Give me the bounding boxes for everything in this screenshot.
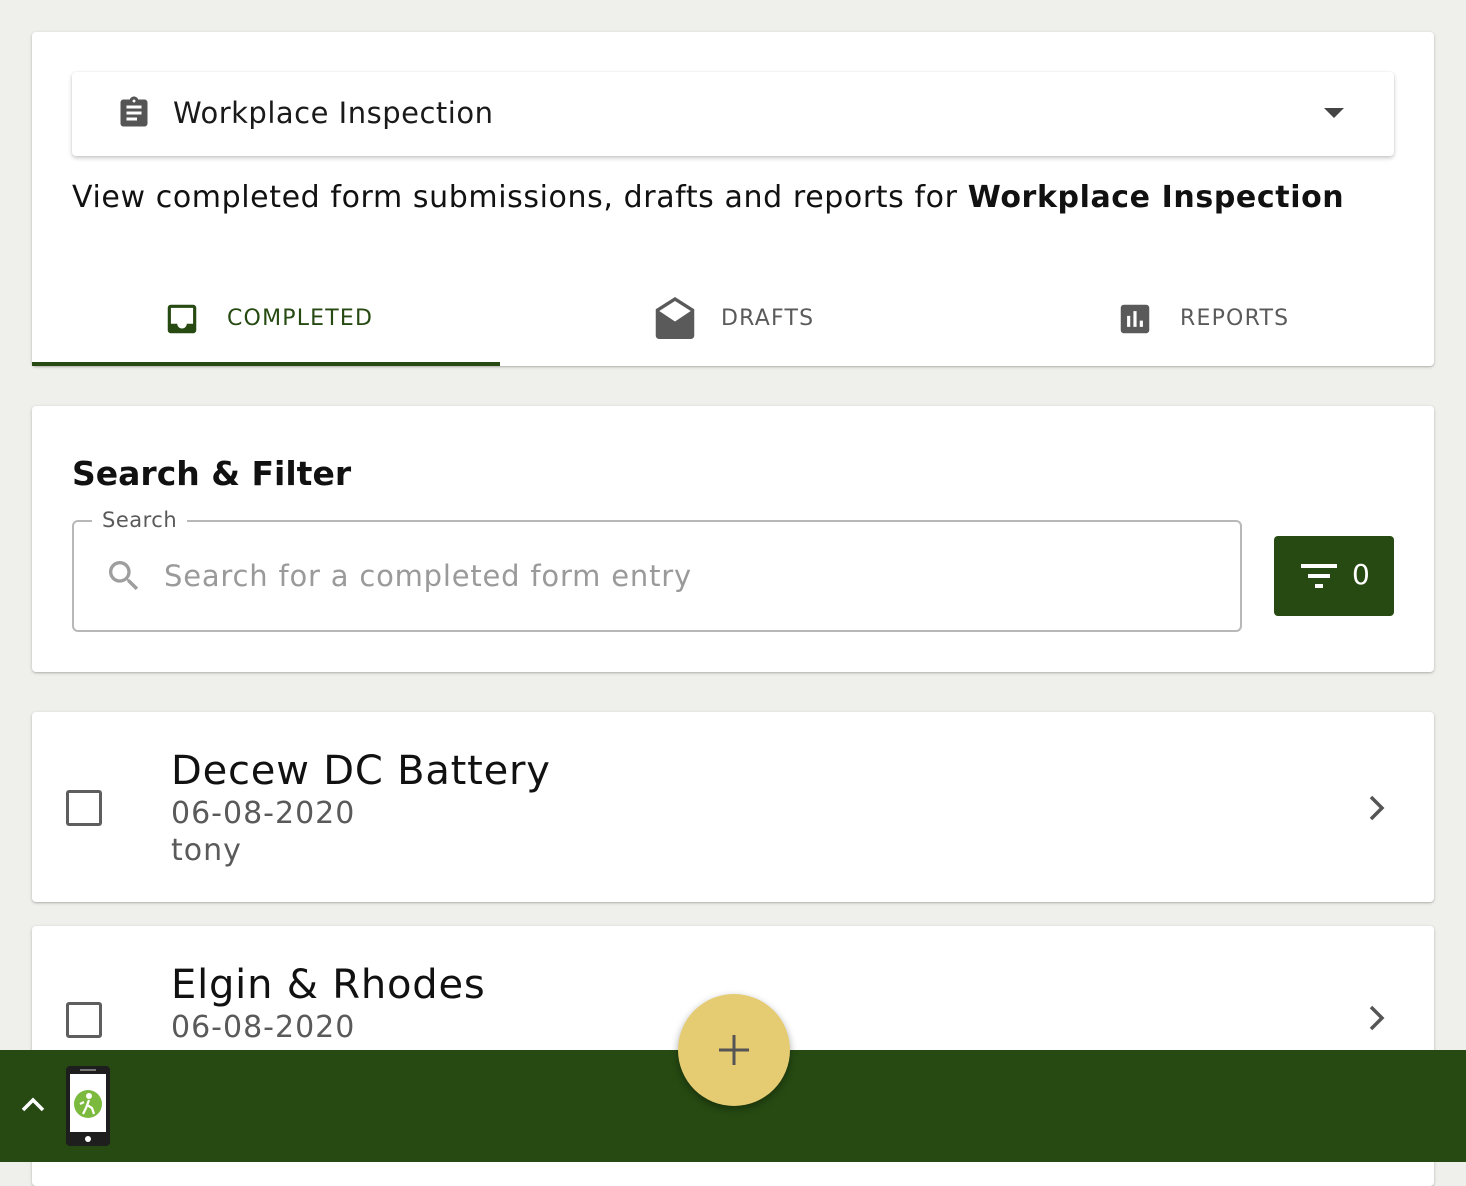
app-screen (70, 1074, 106, 1132)
tab-drafts-label: DRAFTS (721, 306, 815, 331)
filter-icon (1300, 561, 1338, 595)
page-description: View completed form submissions, drafts … (72, 180, 1344, 215)
clipboard-icon (116, 95, 152, 131)
search-filter-card: Search & Filter Search 0 (32, 406, 1434, 672)
form-select-dropdown[interactable]: Workplace Inspection (72, 72, 1394, 156)
tab-drafts[interactable]: DRAFTS (500, 278, 967, 366)
open-envelope-icon (654, 295, 696, 345)
entry-date: 06-08-2020 (171, 1010, 356, 1045)
form-header-card: Workplace Inspection View completed form… (32, 32, 1434, 366)
bar-chart-icon (1116, 300, 1154, 342)
filter-count: 0 (1352, 558, 1370, 591)
chevron-right-icon (1366, 794, 1388, 828)
phone-home-button (85, 1136, 91, 1142)
entry-checkbox[interactable] (66, 790, 102, 826)
list-item[interactable]: Decew DC Battery 06-08-2020 tony (32, 712, 1434, 902)
filter-button[interactable]: 0 (1274, 536, 1394, 616)
active-tab-indicator (32, 362, 500, 366)
chevron-right-icon (1366, 1004, 1388, 1038)
entry-user: tony (171, 833, 242, 868)
entry-title: Decew DC Battery (171, 748, 551, 794)
search-label: Search (92, 508, 188, 532)
add-entry-button[interactable] (678, 994, 790, 1106)
search-filter-title: Search & Filter (72, 454, 352, 493)
app-thumbnail[interactable] (66, 1066, 110, 1146)
description-text: View completed form submissions, drafts … (72, 180, 968, 215)
description-form-name: Workplace Inspection (967, 180, 1345, 215)
entry-title: Elgin & Rhodes (171, 962, 486, 1008)
entry-date: 06-08-2020 (171, 796, 356, 831)
tab-reports-label: REPORTS (1180, 306, 1290, 331)
app-logo-icon (74, 1090, 102, 1118)
search-field[interactable]: Search (72, 508, 1242, 632)
tab-bar: COMPLETED DRAFTS REPORTS (32, 278, 1434, 366)
form-select-label: Workplace Inspection (173, 96, 494, 130)
chevron-up-icon[interactable] (18, 1090, 48, 1124)
entry-checkbox[interactable] (66, 1002, 102, 1038)
inbox-icon (163, 300, 201, 342)
search-icon (104, 556, 144, 600)
tab-completed[interactable]: COMPLETED (32, 278, 500, 366)
tab-completed-label: COMPLETED (227, 306, 374, 331)
tab-reports[interactable]: REPORTS (967, 278, 1434, 366)
phone-speaker (80, 1069, 96, 1071)
plus-icon (719, 1035, 749, 1069)
dropdown-caret-icon (1324, 108, 1344, 118)
search-input[interactable] (164, 552, 1214, 600)
